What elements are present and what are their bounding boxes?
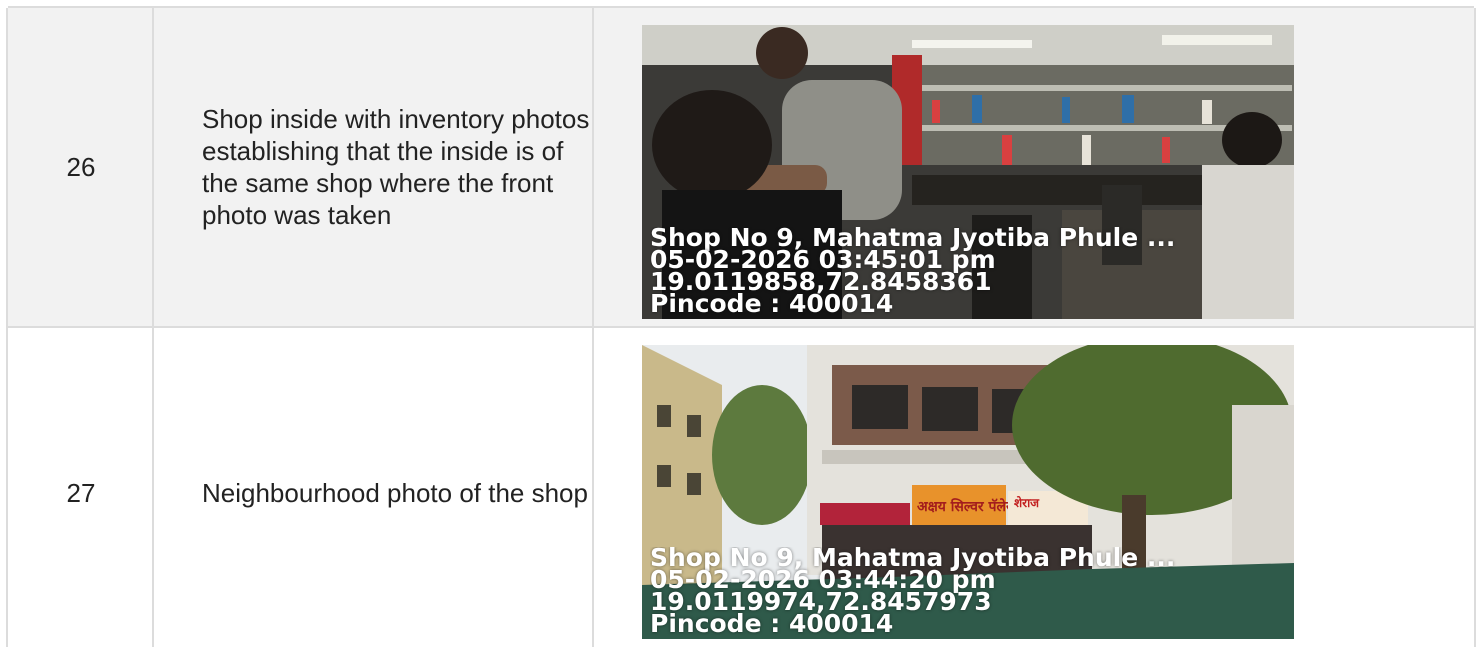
row-description: Shop inside with inventory photos establ… bbox=[202, 104, 590, 230]
neighbourhood-photo: अक्षय सिल्वर पॅलेस शेराज Shop No 9, Maha… bbox=[642, 345, 1294, 639]
photo-stamp: Shop No 9, Mahatma Jyotiba Phule ... 05-… bbox=[650, 547, 1288, 635]
row-divider bbox=[8, 326, 1474, 328]
row-number: 26 bbox=[66, 151, 96, 182]
evidence-table: 26 Shop inside with inventory photos est… bbox=[0, 0, 1482, 658]
column-divider bbox=[592, 8, 594, 647]
row-number: 27 bbox=[66, 477, 96, 508]
photo-stamp: Shop No 9, Mahatma Jyotiba Phule ... 05-… bbox=[650, 227, 1288, 315]
column-divider bbox=[152, 8, 154, 647]
table-border-right bbox=[1474, 8, 1476, 647]
row-description: Neighbourhood photo of the shop bbox=[202, 478, 588, 508]
signboard-sheraj: शेराज bbox=[1014, 496, 1040, 510]
signboard-silver-palace: अक्षय सिल्वर पॅलेस bbox=[917, 498, 1016, 515]
table-border-top bbox=[8, 6, 1474, 8]
shop-interior-photo: Shop No 9, Mahatma Jyotiba Phule ... 05-… bbox=[642, 25, 1294, 319]
table-row: 27 Neighbourhood photo of the shop अक्षय… bbox=[8, 328, 1474, 658]
table-row: 26 Shop inside with inventory photos est… bbox=[8, 8, 1474, 326]
stamp-pincode: Pincode : 400014 bbox=[650, 609, 894, 635]
stamp-pincode: Pincode : 400014 bbox=[650, 289, 894, 315]
table-border-left bbox=[6, 8, 8, 647]
